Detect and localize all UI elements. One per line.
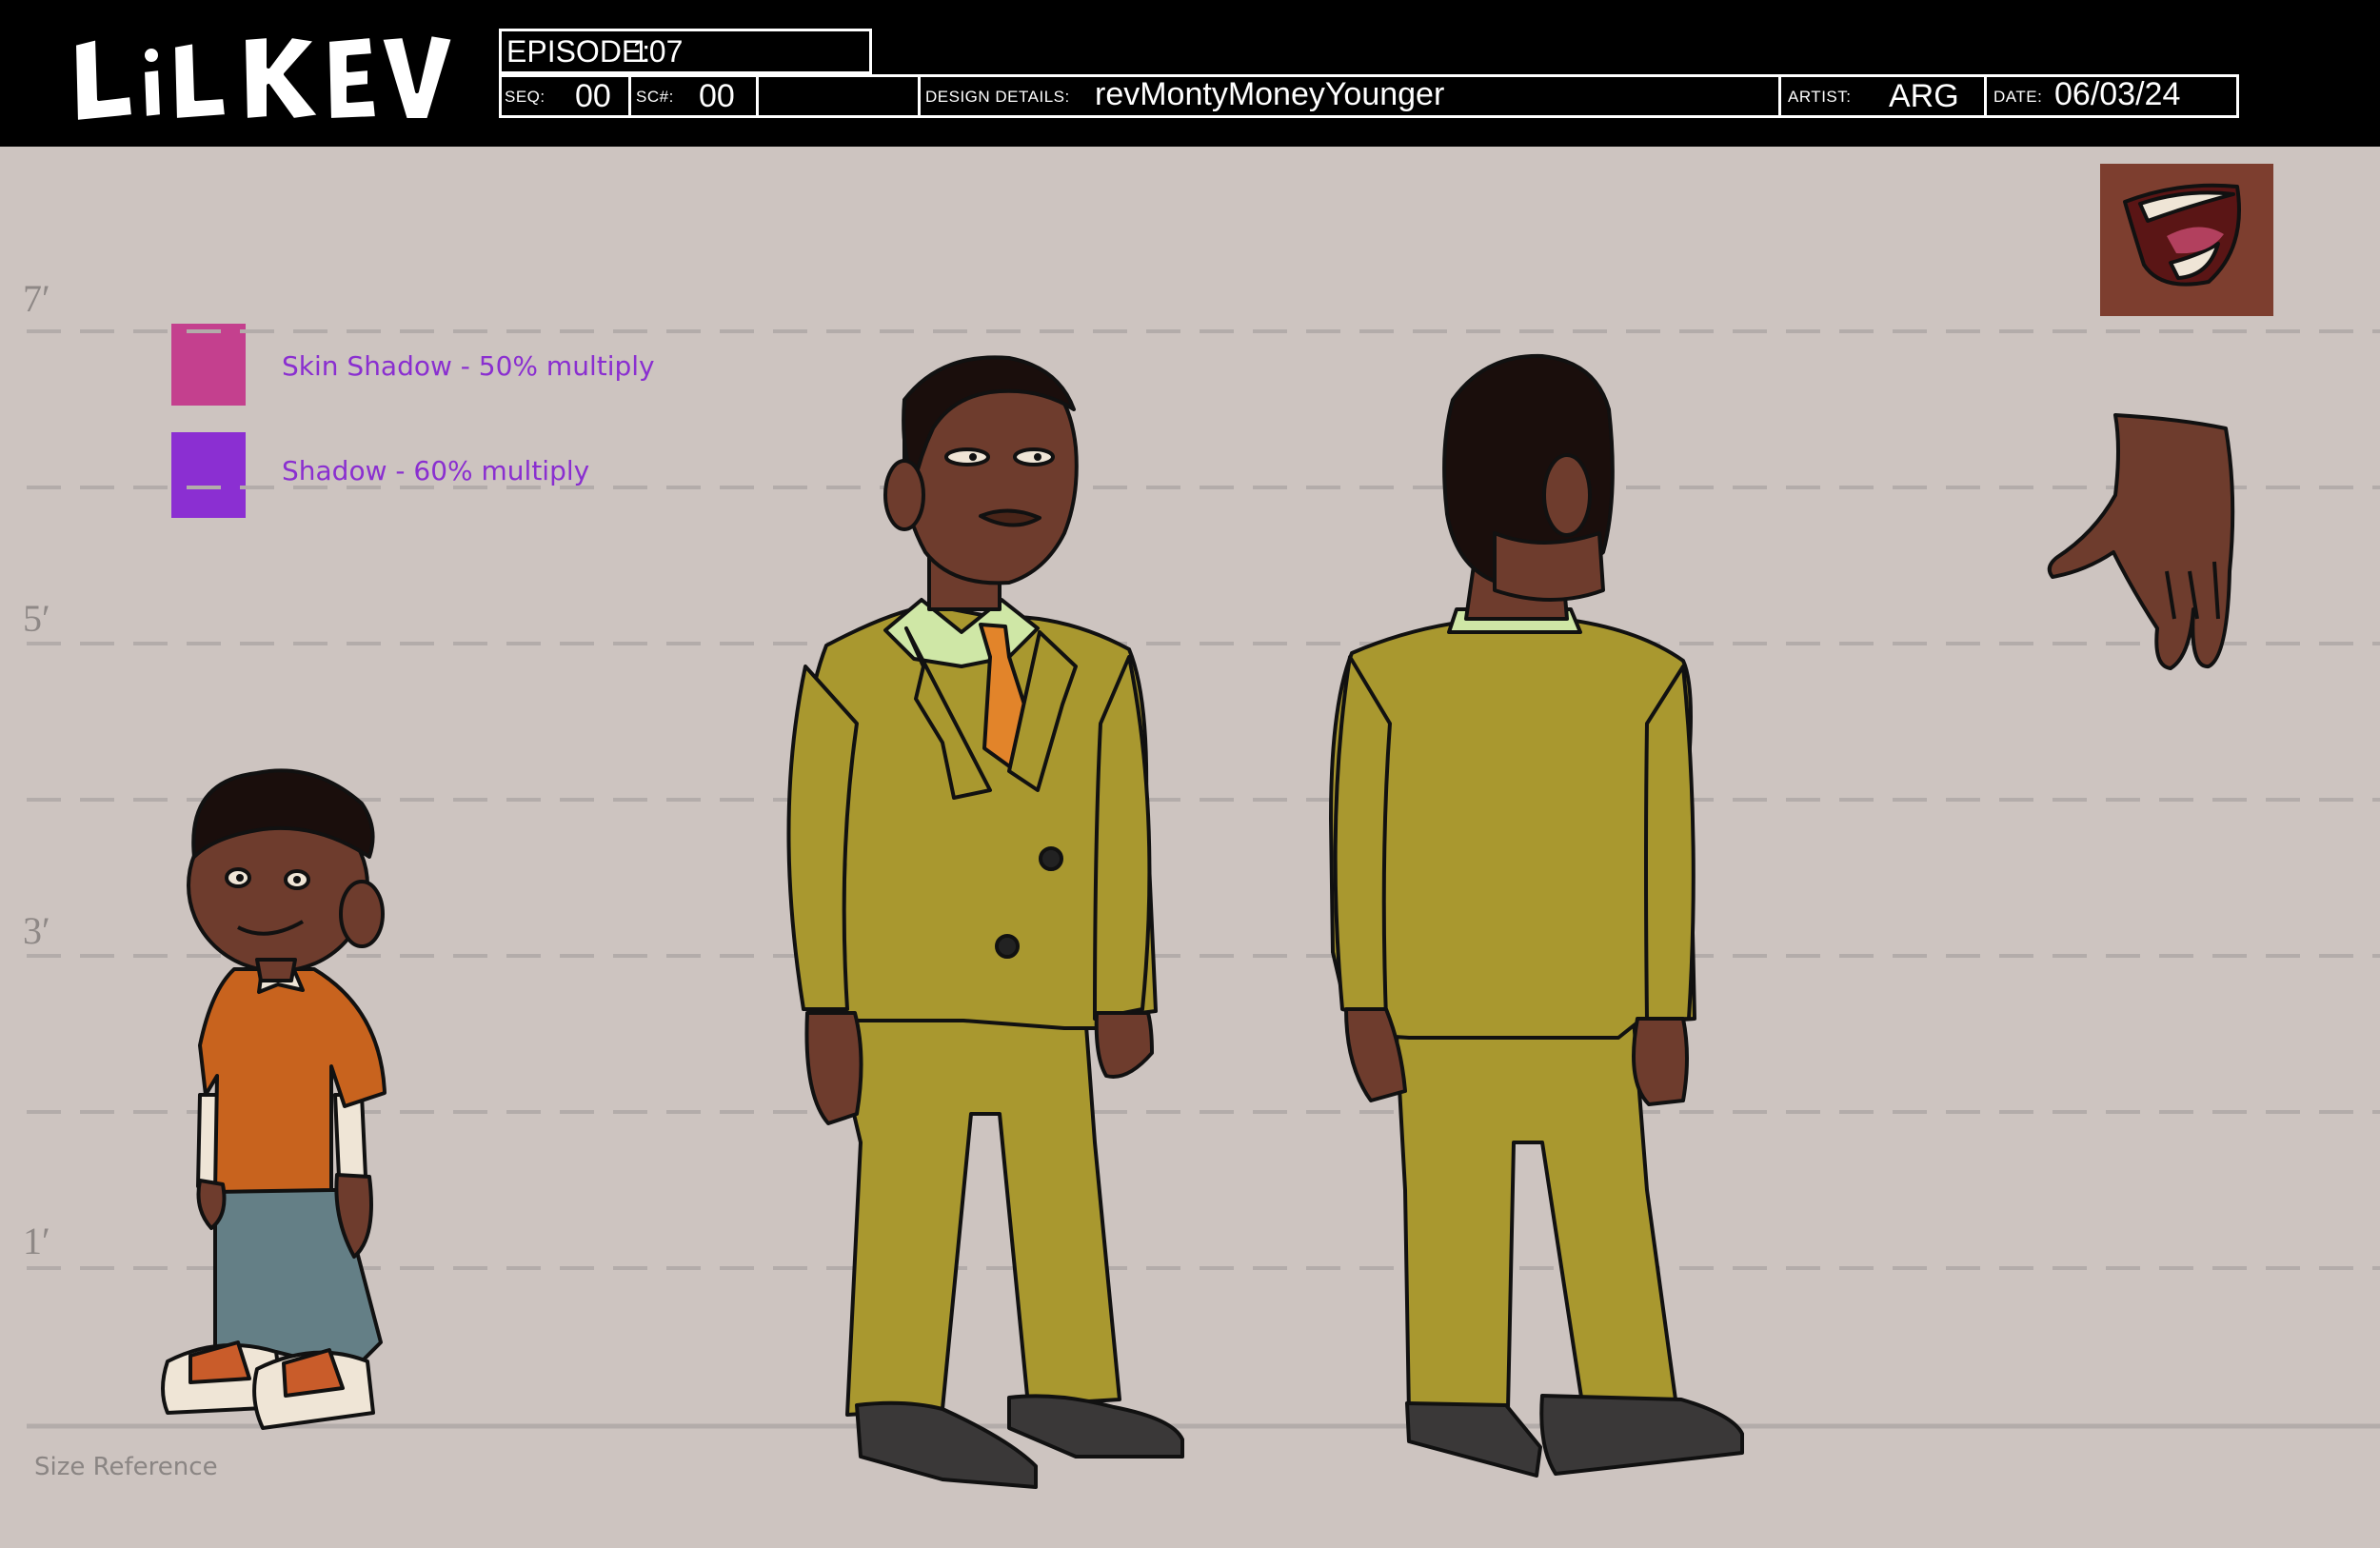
character-sheet-art	[27, 164, 2380, 1489]
height-mark-1ft: 1′	[23, 1220, 50, 1262]
mouth-detail	[2100, 164, 2273, 316]
design-details-label: DESIGN DETAILS:	[925, 88, 1070, 106]
back-view-figure	[1329, 353, 1744, 1478]
swatch-skin-shadow	[171, 324, 246, 406]
seq-label: SEQ:	[505, 88, 545, 106]
height-mark-5ft: 5′	[23, 597, 50, 640]
swatch-skin-shadow-label: Skin Shadow - 50% multiply	[282, 350, 655, 382]
divider	[628, 74, 631, 118]
header-bar: EPISODE: 107 SEQ: 00 SC#: 00 DESIGN DETA…	[0, 0, 2380, 147]
seq-value: 00	[575, 78, 611, 114]
height-mark-3ft: 3′	[23, 909, 50, 952]
kid-size-reference	[161, 768, 387, 1430]
height-mark-7ft: 7′	[23, 277, 50, 320]
divider	[1984, 74, 1987, 118]
design-details-value: revMontyMoneyYounger	[1095, 76, 1445, 112]
sc-value: 00	[699, 78, 735, 114]
hand-detail	[2047, 413, 2235, 670]
front-view-figure	[786, 355, 1184, 1489]
artist-label: ARTIST:	[1788, 88, 1852, 106]
divider	[756, 74, 759, 118]
artist-value: ARG	[1889, 78, 1959, 114]
date-value: 06/03/24	[2054, 76, 2181, 112]
swatch-shadow	[171, 432, 246, 518]
divider	[918, 74, 921, 118]
swatch-shadow-label: Shadow - 60% multiply	[282, 455, 590, 486]
sc-label: SC#:	[636, 88, 674, 106]
lil-kev-logo	[72, 32, 455, 124]
size-reference-label: Size Reference	[34, 1453, 218, 1481]
episode-label: EPISODE:	[506, 34, 651, 69]
divider	[1778, 74, 1781, 118]
date-label: DATE:	[1993, 88, 2043, 106]
episode-value: 107	[632, 34, 684, 69]
